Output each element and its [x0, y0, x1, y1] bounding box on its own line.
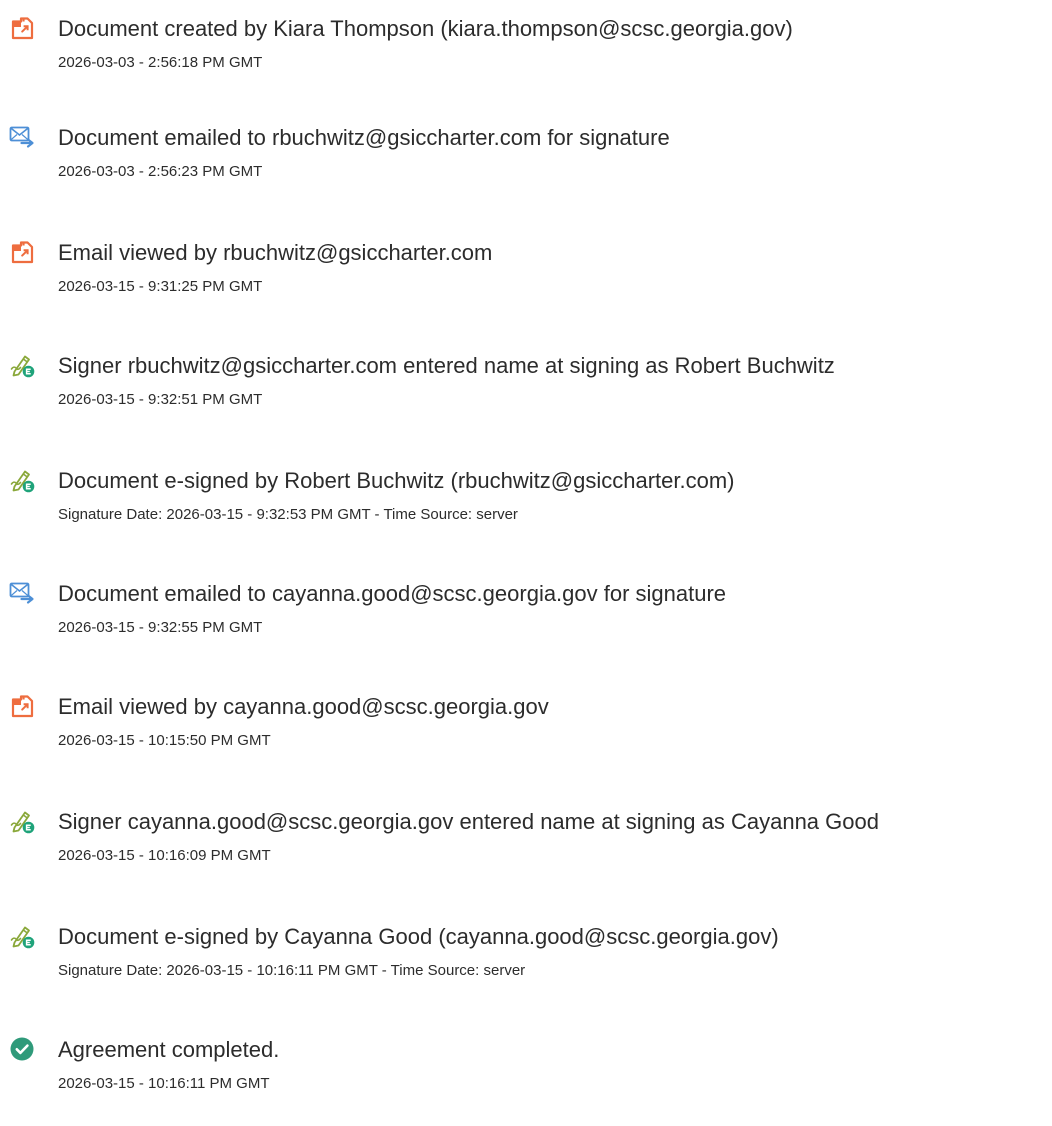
- event-timestamp: 2026-03-15 - 9:32:55 PM GMT: [58, 619, 263, 636]
- audit-event-email-viewed: Email viewed by cayanna.good@scsc.georgi…: [0, 693, 1052, 783]
- event-description: Document emailed to rbuchwitz@gsiccharte…: [58, 125, 670, 150]
- event-timestamp: 2026-03-15 - 10:16:11 PM GMT: [58, 1075, 270, 1092]
- event-timestamp: 2026-03-15 - 9:31:25 PM GMT: [58, 278, 263, 295]
- email-sent-icon: [9, 580, 35, 606]
- audit-event-name-entered: Signer cayanna.good@scsc.georgia.gov ent…: [0, 808, 1052, 898]
- audit-event-email-sent: Document emailed to cayanna.good@scsc.ge…: [0, 580, 1052, 670]
- event-timestamp: Signature Date: 2026-03-15 - 9:32:53 PM …: [58, 506, 518, 523]
- event-timestamp: Signature Date: 2026-03-15 - 10:16:11 PM…: [58, 962, 526, 979]
- event-timestamp: 2026-03-03 - 2:56:18 PM GMT: [58, 54, 263, 71]
- audit-event-e-signed: Document e-signed by Cayanna Good (cayan…: [0, 923, 1052, 1013]
- event-timestamp: 2026-03-15 - 9:32:51 PM GMT: [58, 391, 263, 408]
- event-description: Email viewed by rbuchwitz@gsiccharter.co…: [58, 240, 493, 265]
- email-sent-icon: [9, 124, 35, 150]
- audit-event-name-entered: Signer rbuchwitz@gsiccharter.com entered…: [0, 352, 1052, 442]
- event-description: Agreement completed.: [58, 1037, 280, 1062]
- event-description: Document e-signed by Robert Buchwitz (rb…: [58, 468, 735, 493]
- event-description: Document created by Kiara Thompson (kiar…: [58, 16, 793, 41]
- signature-pen-icon: [9, 808, 35, 834]
- event-description: Signer cayanna.good@scsc.georgia.gov ent…: [58, 809, 879, 834]
- event-description: Email viewed by cayanna.good@scsc.georgi…: [58, 694, 549, 719]
- audit-event-agreement-completed: Agreement completed. 2026-03-15 - 10:16:…: [0, 1036, 1052, 1126]
- event-timestamp: 2026-03-15 - 10:16:09 PM GMT: [58, 847, 271, 864]
- document-created-icon: [9, 15, 35, 41]
- audit-trail-list: Document created by Kiara Thompson (kiar…: [0, 0, 1052, 1106]
- signature-pen-icon: [9, 352, 35, 378]
- document-viewed-icon: [9, 239, 35, 265]
- audit-event-document-created: Document created by Kiara Thompson (kiar…: [0, 15, 1052, 105]
- audit-event-e-signed: Document e-signed by Robert Buchwitz (rb…: [0, 467, 1052, 557]
- signature-pen-icon: [9, 923, 35, 949]
- event-description: Document emailed to cayanna.good@scsc.ge…: [58, 581, 727, 606]
- check-circle-icon: [9, 1036, 35, 1062]
- event-timestamp: 2026-03-15 - 10:15:50 PM GMT: [58, 732, 271, 749]
- audit-event-email-sent: Document emailed to rbuchwitz@gsiccharte…: [0, 124, 1052, 214]
- event-timestamp: 2026-03-03 - 2:56:23 PM GMT: [58, 163, 263, 180]
- event-description: Signer rbuchwitz@gsiccharter.com entered…: [58, 353, 835, 378]
- document-viewed-icon: [9, 693, 35, 719]
- signature-pen-icon: [9, 467, 35, 493]
- event-description: Document e-signed by Cayanna Good (cayan…: [58, 924, 779, 949]
- audit-event-email-viewed: Email viewed by rbuchwitz@gsiccharter.co…: [0, 239, 1052, 329]
